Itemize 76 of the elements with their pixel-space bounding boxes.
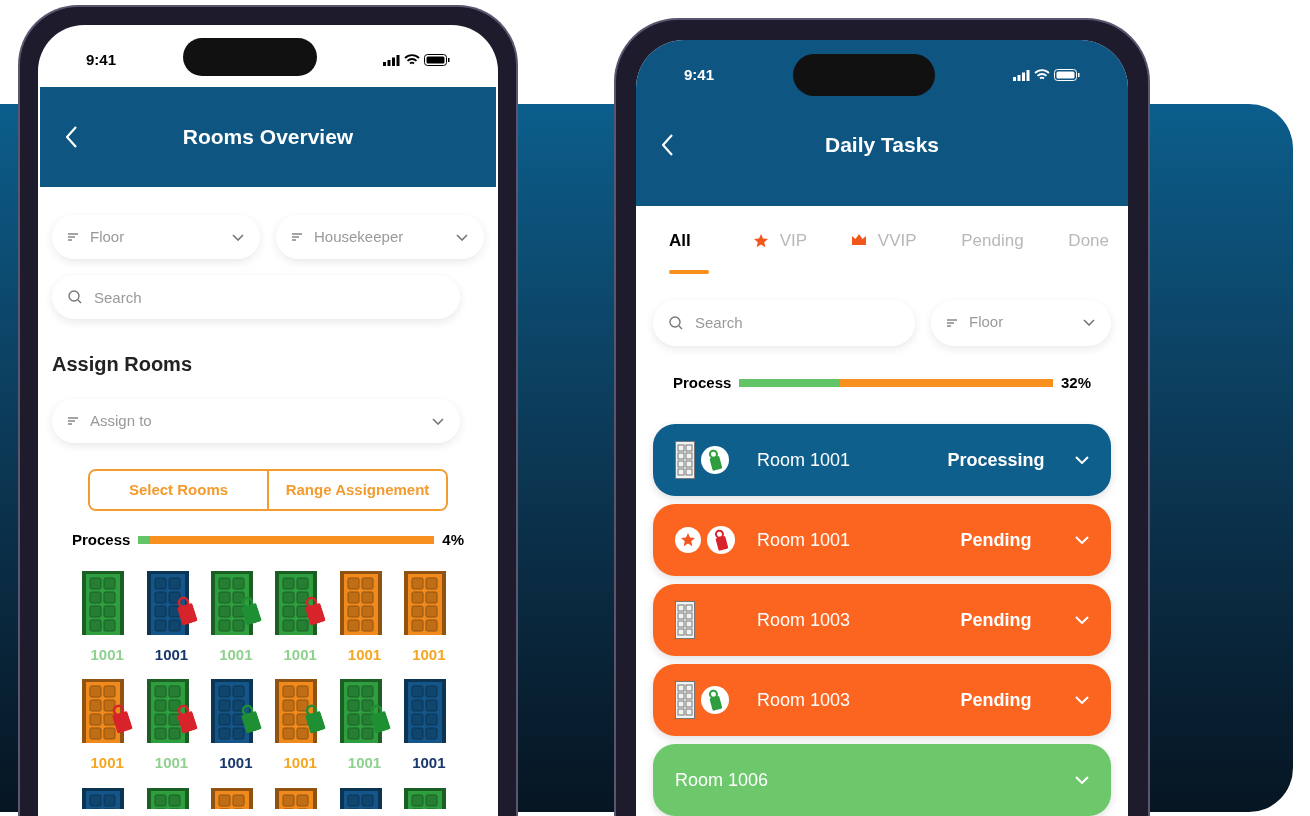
filter-dropdown[interactable]: Floor [52,215,260,259]
status-time: 9:41 [86,49,117,70]
back-icon [66,126,78,148]
chevron-down-icon [1075,456,1089,464]
star-badge-icon [675,527,701,553]
door-icon [675,601,695,639]
chevron-down-icon [1075,536,1089,544]
task-card[interactable]: Room 1003 Pending [653,664,1111,736]
task-card[interactable]: Room 1001 Processing [653,424,1111,496]
search-icon [669,315,683,330]
room-number: 1001 [90,753,124,773]
progress-label: Process [72,530,131,550]
chevron-down-icon [1083,319,1095,326]
search-icon [68,290,82,304]
task-card[interactable]: Room 1006 [653,744,1111,816]
screen-title: Daily Tasks [824,132,940,159]
search-field[interactable]: Search [653,299,915,346]
progress-label: Process [673,372,732,393]
room-number: 1001 [283,644,317,665]
signal-icon [383,54,400,66]
room-number: 1001 [412,644,446,665]
room-number: 1001 [347,644,382,665]
filter-tab[interactable]: Done [1068,228,1109,280]
room-number: 1001 [412,753,446,773]
chevron-down-icon [1075,776,1089,784]
wifi-icon [1034,69,1050,81]
room-name: Room 1001 [757,448,852,472]
filter-dropdown[interactable]: Housekeeper [276,215,484,259]
task-status: Pending [959,608,1033,632]
room-number: 1001 [154,753,189,773]
room-name: Room 1006 [675,768,770,792]
progress-value: 4% [442,530,464,550]
room-number: 1001 [90,644,124,665]
signal-icon [1013,69,1030,81]
task-card[interactable]: Room 1001 Pending [653,504,1111,576]
room-name: Room 1001 [757,528,852,552]
task-status: Pending [959,688,1033,712]
filter-icon [68,417,78,425]
segment-button[interactable]: Range Assignement [267,471,446,509]
filter-tab[interactable]: Pending [961,228,1024,280]
section-title: Assign Rooms [52,352,194,377]
task-status: Processing [946,448,1046,472]
door-icon [675,681,695,719]
task-status: Pending [959,528,1033,552]
assign-dropdown[interactable]: Assign to [52,399,460,443]
filter-icon [68,233,78,241]
search-field[interactable]: Search [52,275,460,319]
room-number: 1001 [283,753,317,773]
chevron-down-icon [1075,616,1089,624]
filter-tab[interactable]: All [669,228,709,280]
wifi-icon [404,54,420,66]
filter-tab[interactable]: VVIP [851,228,917,280]
filter-tab[interactable]: VIP [753,228,808,280]
room-name: Room 1003 [757,608,852,632]
status-time: 9:41 [684,64,715,85]
back-icon [662,134,674,156]
task-card[interactable]: Room 1003 Pending [653,584,1111,656]
room-number: 1001 [347,753,382,773]
chevron-down-icon [232,233,244,241]
battery-icon [424,54,450,66]
filter-icon [947,318,957,327]
screen-title: Rooms Overview [181,124,355,151]
room-number: 1001 [219,753,253,773]
room-number: 1001 [154,644,189,665]
door-icon [675,441,695,479]
crown-icon [851,234,866,248]
battery-icon [1054,69,1080,81]
floor-dropdown[interactable]: Floor [931,299,1111,346]
room-name: Room 1003 [757,688,852,712]
filter-icon [292,233,302,241]
star-icon [753,234,768,248]
room-number: 1001 [219,644,253,665]
chevron-down-icon [456,233,468,241]
chevron-down-icon [432,417,444,425]
progress-value: 32% [1060,372,1091,393]
chevron-down-icon [1075,696,1089,704]
